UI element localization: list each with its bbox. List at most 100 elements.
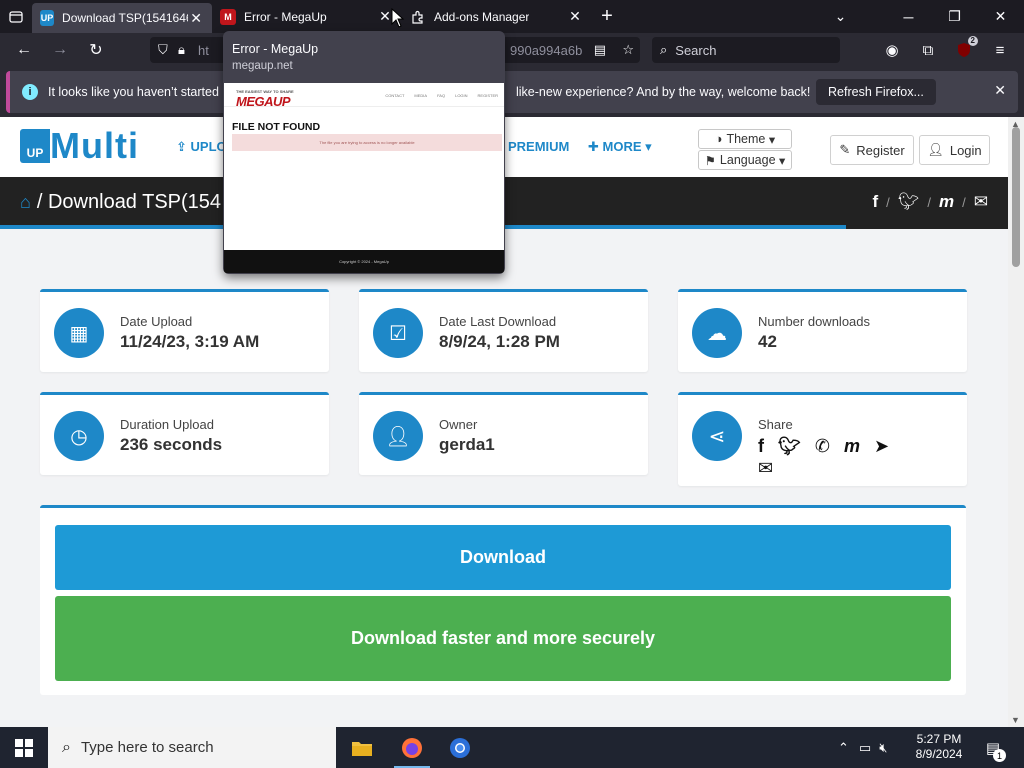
login-button[interactable]: 👤︎ Login [919,135,990,165]
page-scrollbar[interactable]: ▲ ▼ [1008,117,1024,727]
site-logo[interactable]: UP Multi [20,125,139,166]
preview-title: Error - MegaUp [232,42,319,56]
chrome-icon[interactable] [436,727,484,768]
extension-badge: 2 [967,36,978,46]
owner-link[interactable]: gerda1 [439,435,495,455]
file-explorer-icon[interactable] [338,727,386,768]
twitter-icon[interactable]: 🐦︎ [778,435,801,457]
tab-addons-manager[interactable]: Add-ons Manager ✕ [402,0,592,33]
extensions-icon[interactable]: ⧉ [912,33,944,67]
logo-text: Multi [50,125,139,166]
facebook-icon[interactable]: f [872,192,878,212]
stat-card-duration-upload: ◷ Duration Upload 236 seconds [40,392,329,475]
email-icon[interactable]: ✉ [758,457,773,479]
email-icon[interactable]: ✉ [974,192,988,212]
facebook-icon[interactable]: f [758,435,764,457]
mewe-icon[interactable]: m [939,192,954,212]
tracking-shield-icon[interactable]: ⛉ [158,42,178,58]
scrollbar-thumb[interactable] [1012,127,1020,267]
hamburger-menu-icon[interactable]: ≡ [984,33,1016,67]
taskbar-search-box[interactable]: ⌕ Type here to search [48,727,336,768]
stat-value: 42 [758,332,777,351]
close-window-button[interactable]: ✕ [978,0,1023,33]
ublock-shield-icon[interactable]: 2 [948,33,980,67]
pencil-icon: ✎ [839,142,851,157]
new-tab-button[interactable]: + [592,0,622,33]
start-button[interactable] [0,727,48,768]
url-text-start: ht [198,42,209,58]
logo-up: UP [20,129,50,163]
stat-label: Duration Upload [120,417,214,432]
notification-bar: i It looks like you haven’t started Fir … [0,67,1024,117]
close-tab-icon[interactable]: ✕ [188,9,204,27]
home-icon[interactable]: ⌂ [20,192,31,213]
telegram-icon[interactable]: ➤ [874,435,889,457]
tab-download-tsp[interactable]: UP Download TSP(1541646).z ✕ [32,3,212,33]
restore-button[interactable]: ❐ [932,0,977,33]
cloud-download-icon: ☁ [692,308,742,358]
account-icon[interactable]: ◉ [876,33,908,67]
notification-message-left: It looks like you haven’t started Fir [48,85,237,99]
mewe-icon[interactable]: m [844,435,860,457]
theme-dropdown[interactable]: ◑ Theme ▾ [698,129,792,149]
register-label: Register [856,142,905,158]
tab-error-megaup[interactable]: M Error - MegaUp ✕ [212,0,402,33]
clock-icon: ◷ [54,411,104,461]
reader-view-icon[interactable]: ▤ [594,42,606,58]
refresh-firefox-button[interactable]: Refresh Firefox... [816,79,936,105]
contrast-icon: ◑ [714,132,723,146]
scroll-down-arrow-icon[interactable]: ▼ [1011,715,1020,725]
share-icon: ⋖ [692,411,742,461]
stat-card-share: ⋖ Share f 🐦︎ ✆ m ➤ ✉ [678,392,967,486]
theme-label: Theme [726,132,766,146]
page-title: / Download TSP(154 [36,191,222,213]
multiup-favicon-icon: UP [40,10,55,26]
clock-date: 8/9/2024 [915,747,963,761]
login-label: Login [949,142,982,158]
menu-premium[interactable]: PREMIUM [508,139,569,154]
stat-label: Owner [439,417,478,432]
close-tab-icon[interactable]: ✕ [566,8,584,26]
tab-list-icon [9,10,23,23]
minimize-button[interactable]: ─ [886,0,931,33]
twitter-icon[interactable]: 🐦︎ [898,192,920,212]
preview-nav-item: CONTACT [385,93,405,98]
reload-button[interactable]: ↻ [78,33,114,67]
whatsapp-icon[interactable]: ✆ [815,435,830,457]
bookmark-star-icon[interactable]: ☆ [622,42,634,58]
volume-muted-icon[interactable]: 🔇︎ [879,740,887,756]
lock-icon[interactable]: 🔒︎ [178,42,198,58]
back-button[interactable]: ← [6,33,42,67]
tab-overflow-chevron-icon[interactable]: ⌄ [818,0,863,33]
menu-more[interactable]: ✚ MORE ▾ [588,139,652,155]
system-tray: ⌃ ▭ 🔇︎ [838,727,887,768]
stat-card-owner: 👤︎ Owner gerda1 [359,392,648,475]
breadcrumb: ⌂ / Download TSP(154 [20,191,221,214]
preview-domain: megaup.net [232,60,293,72]
register-button[interactable]: ✎ Register [830,135,914,165]
download-faster-button[interactable]: Download faster and more securely [55,596,951,681]
tab-title: Download TSP(1541646).z [62,11,188,25]
forward-button[interactable]: → [42,33,78,67]
action-center-icon[interactable]: ▤ 1 [978,727,1008,768]
list-all-tabs-button[interactable] [0,0,32,33]
stat-card-date-last-download: ☑ Date Last Download 8/9/24, 1:28 PM [359,289,648,372]
preview-divider [224,106,504,107]
stat-label: Share [758,417,793,432]
preview-nav-item: REGISTER [477,93,498,98]
language-dropdown[interactable]: ⚑ Language ▾ [698,150,792,170]
show-hidden-icons-chevron-icon[interactable]: ⌃ [838,740,849,756]
download-button[interactable]: Download [55,525,951,590]
search-icon: ⌕ [660,42,668,57]
preview-thumbnail: THE EASIEST WAY TO SHARE MEGAUP CONTACT … [224,83,504,273]
firefox-icon[interactable] [388,727,436,768]
windows-logo-icon [15,738,33,757]
network-icon[interactable]: ▭ [859,740,871,756]
close-notification-icon[interactable]: ✕ [994,82,1006,99]
flag-icon: ⚑ [704,153,716,168]
search-bar[interactable]: ⌕ Search [652,37,840,63]
user-icon: 👤︎ [927,142,944,157]
clock-time: 5:27 PM [916,732,962,746]
taskbar-clock[interactable]: 5:27 PM 8/9/2024 [905,732,973,762]
menu-upload[interactable]: ⇪ UPLO [176,139,227,155]
